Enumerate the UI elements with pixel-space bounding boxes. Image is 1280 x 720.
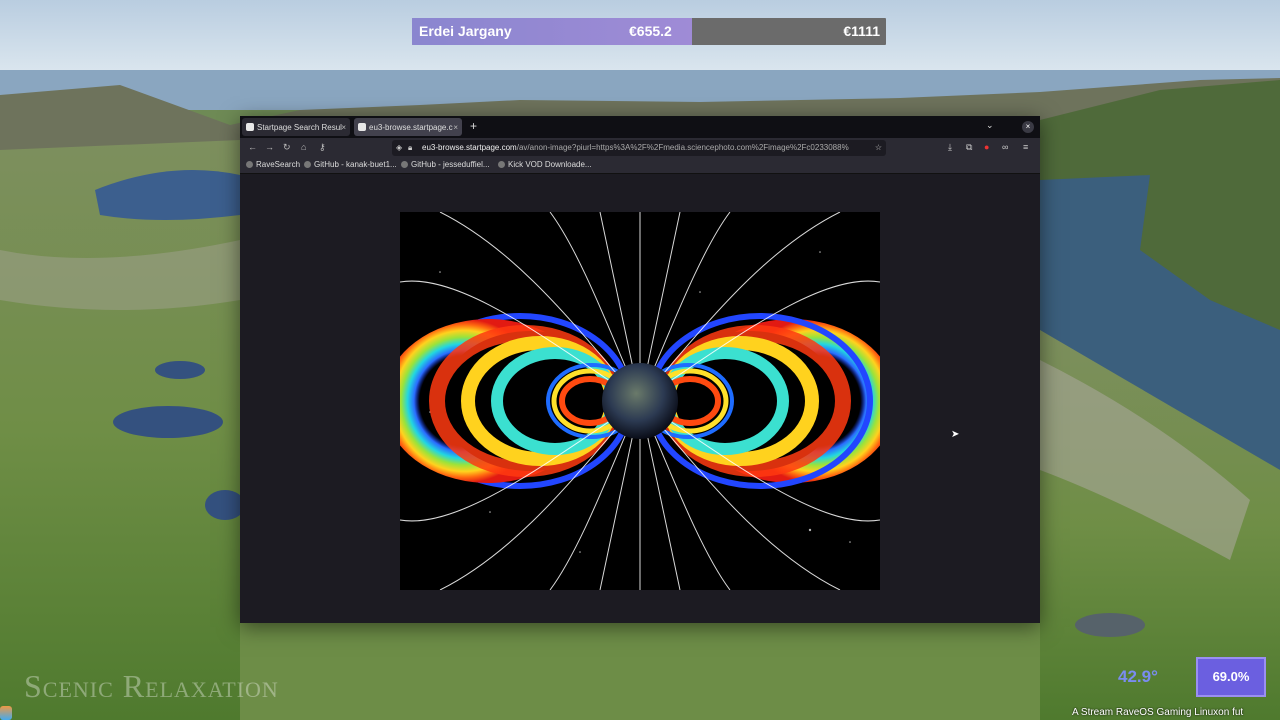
channel-watermark: Scenic Relaxation (24, 668, 279, 704)
bookmark-github-jesse[interactable]: GitHub - jesseduffiel... (401, 160, 490, 169)
earth-globe (602, 363, 678, 439)
browser-window: Startpage Search Resul × eu3-browse.star… (240, 116, 1040, 623)
tab-bar: Startpage Search Resul × eu3-browse.star… (240, 116, 1040, 138)
page-content: ➤ (240, 174, 1040, 623)
donation-goal-amount: €1111 (843, 23, 880, 39)
tab-label: eu3-browse.startpage.c (369, 122, 453, 132)
bookmarks-toolbar: RaveSearch GitHub - kanak-buet1... GitHu… (240, 158, 1040, 174)
startpage-favicon-icon (358, 123, 366, 131)
address-bar[interactable]: ◈ 🔒︎ eu3-browse.startpage.com/av/anon-im… (392, 140, 886, 156)
bookmark-label: GitHub - kanak-buet1... (314, 160, 397, 169)
bookmark-ravesearch[interactable]: RaveSearch (246, 160, 300, 169)
donor-name: Erdei Jargany (419, 23, 512, 39)
globe-icon (498, 161, 505, 168)
tab-image-viewer[interactable]: eu3-browse.startpage.c × (354, 118, 462, 136)
back-arrow-icon[interactable]: ← (248, 142, 257, 152)
url-text[interactable]: eu3-browse.startpage.com/av/anon-image?p… (422, 140, 862, 156)
reload-icon[interactable]: ↻ (283, 142, 291, 153)
bookmark-label: GitHub - jesseduffiel... (411, 160, 490, 169)
bookmark-label: Kick VOD Downloade... (508, 160, 592, 169)
url-host: eu3-browse.startpage.com (422, 143, 517, 152)
shield-icon[interactable]: ◈ (396, 140, 402, 156)
bookmark-github-kanak[interactable]: GitHub - kanak-buet1... (304, 160, 397, 169)
bookmark-label: RaveSearch (256, 160, 301, 169)
forward-arrow-icon[interactable]: → (265, 142, 274, 152)
app-launcher-icon[interactable] (0, 706, 12, 720)
list-all-tabs-button[interactable]: ⌄ (986, 120, 994, 131)
vpn-icon[interactable]: ∞ (1002, 142, 1008, 152)
github-icon (304, 161, 311, 168)
window-close-button[interactable]: × (1022, 121, 1034, 133)
navigation-toolbar: ← → ↻ ⌂ ⚷ ◈ 🔒︎ eu3-browse.startpage.com/… (240, 138, 1040, 158)
url-path: /av/anon-image?piurl=https%3A%2F%2Fmedia… (516, 143, 849, 152)
tab-close-icon[interactable]: × (341, 123, 346, 132)
github-icon (401, 161, 408, 168)
bookmark-star-icon[interactable]: ☆ (875, 140, 882, 156)
ublock-icon[interactable]: ● (984, 142, 989, 152)
bookmark-favicon-icon (246, 161, 253, 168)
key-icon[interactable]: ⚷ (319, 142, 326, 153)
tab-close-icon[interactable]: × (453, 123, 458, 132)
mouse-cursor-icon: ➤ (951, 429, 960, 440)
donation-current-amount: €655.2 (629, 23, 672, 39)
startpage-favicon-icon (246, 123, 254, 131)
extensions-icon[interactable]: ⧉ (966, 142, 972, 153)
percent-badge: 69.0% (1196, 657, 1266, 697)
bookmark-kick-vod[interactable]: Kick VOD Downloade... (498, 160, 592, 169)
scrolling-ticker: A Stream RaveOS Gaming Linuxon fut (1072, 707, 1244, 718)
home-icon[interactable]: ⌂ (301, 142, 306, 152)
menu-icon[interactable]: ≡ (1023, 142, 1028, 152)
lock-icon[interactable]: 🔒︎ (408, 140, 412, 156)
downloads-icon[interactable]: ⤓ (948, 142, 952, 153)
tab-startpage-search[interactable]: Startpage Search Resul × (242, 118, 350, 136)
new-tab-button[interactable]: + (470, 119, 477, 133)
donation-goal-bar: Erdei Jargany €655.2 €1111 (412, 18, 886, 45)
temperature-readout: 42.9° (1118, 667, 1158, 686)
van-allen-belts-image[interactable] (400, 212, 880, 590)
tab-label: Startpage Search Resul (257, 122, 342, 132)
